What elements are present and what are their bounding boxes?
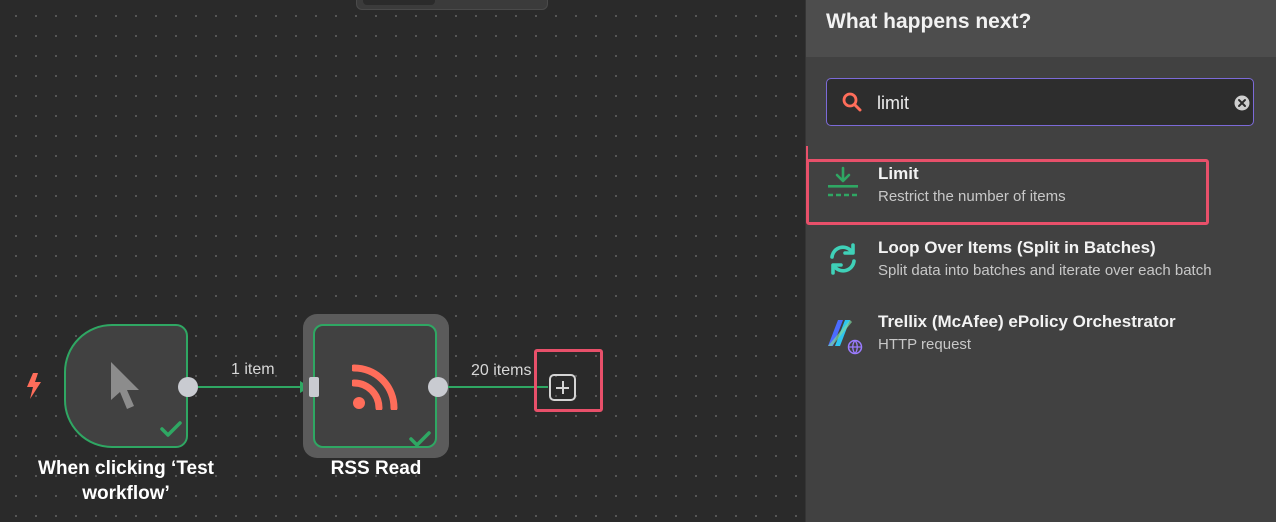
loop-icon <box>830 243 856 275</box>
trellix-logo-icon <box>828 320 863 355</box>
result-title: Trellix (McAfee) ePolicy Orchestrator <box>878 312 1176 331</box>
rss-node-title: RSS Read <box>330 458 422 479</box>
rss-read-node[interactable] <box>313 324 437 448</box>
search-icon <box>842 92 862 112</box>
bolt-icon <box>27 373 41 399</box>
clear-search-icon[interactable] <box>1234 95 1250 111</box>
success-check-icon <box>409 431 431 447</box>
workflow-canvas[interactable]: 1 item 20 items When clicking ‘Test work… <box>0 0 805 522</box>
node-search-box[interactable] <box>826 78 1254 126</box>
connection-line[interactable] <box>198 386 304 388</box>
result-title: Loop Over Items (Split in Batches) <box>878 238 1156 257</box>
result-description: Split data into batches and iterate over… <box>878 262 1212 279</box>
trigger-node-title: When clicking ‘Test workflow’ <box>38 458 214 504</box>
trigger-output-handle[interactable] <box>178 377 198 397</box>
success-check-icon <box>160 421 182 437</box>
search-input[interactable] <box>877 91 1207 115</box>
cursor-icon <box>111 362 139 409</box>
rss-output-handle[interactable] <box>428 377 448 397</box>
panel-title: What happens next? <box>826 10 1032 33</box>
result-item-loop-over-items[interactable]: Loop Over Items (Split in Batches) Split… <box>806 224 1276 292</box>
connection-item-count: 20 items <box>471 362 532 379</box>
rss-icon <box>352 364 398 410</box>
panel-header: What happens next? <box>806 0 1276 57</box>
connection-line[interactable] <box>448 386 548 388</box>
result-item-trellix[interactable]: Trellix (McAfee) ePolicy Orchestrator HT… <box>806 298 1276 366</box>
canvas-top-toolbar[interactable] <box>356 0 548 10</box>
rss-input-handle[interactable] <box>309 377 319 397</box>
node-creator-panel: What happens next? Limit Restrict the nu… <box>805 0 1276 522</box>
plus-square-icon[interactable] <box>549 374 576 401</box>
connection-item-count: 1 item <box>231 361 275 378</box>
annotation-highlight-box <box>806 159 1209 225</box>
trigger-node[interactable] <box>64 324 188 448</box>
result-description: HTTP request <box>878 336 972 353</box>
